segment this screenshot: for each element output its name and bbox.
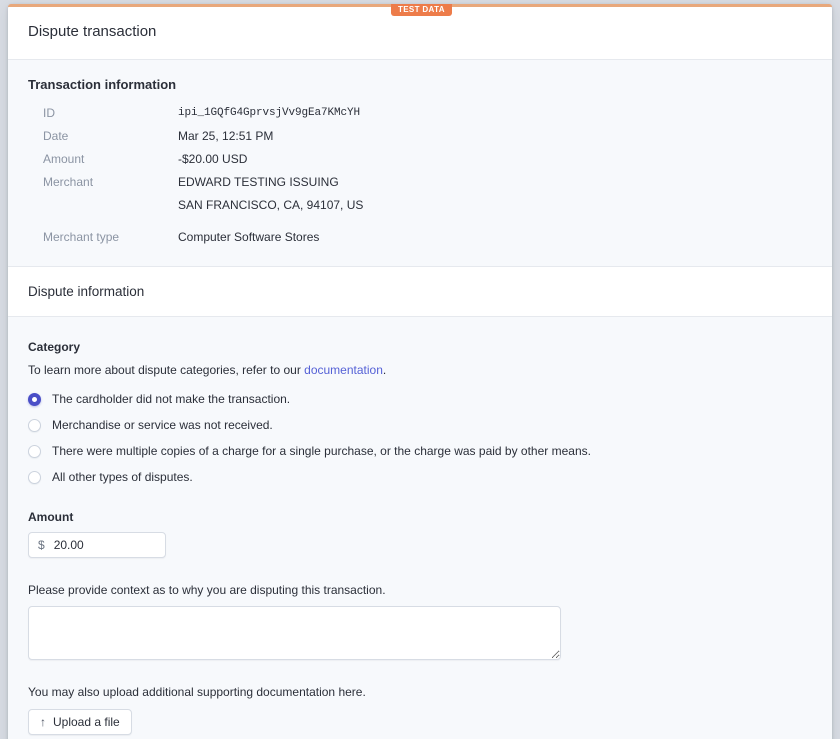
radio-option-all-other-disputes[interactable]: All other types of disputes.	[28, 469, 812, 485]
radio-option-label: The cardholder did not make the transact…	[52, 392, 291, 406]
upload-field-group: You may also upload additional supportin…	[28, 684, 812, 735]
radio-option-merchandise-not-received[interactable]: Merchandise or service was not received.	[28, 417, 812, 433]
transaction-information-list: ID ipi_1GQfG4GprvsjVv9gEa7KMcYH Date Mar…	[8, 105, 832, 266]
table-row: Amount -$20.00 USD	[28, 151, 812, 167]
amount-label: Amount	[28, 510, 74, 524]
amount-input[interactable]	[53, 538, 156, 552]
radio-unselected-icon[interactable]	[28, 470, 41, 484]
merchant-name: EDWARD TESTING ISSUING	[178, 175, 339, 189]
radio-unselected-icon[interactable]	[28, 418, 41, 432]
table-row: Merchant EDWARD TESTING ISSUING SAN FRAN…	[28, 174, 812, 213]
transaction-information-title: Transaction information	[28, 77, 177, 92]
radio-unselected-icon[interactable]	[28, 444, 41, 458]
table-row: Merchant type Computer Software Stores	[28, 229, 812, 245]
currency-symbol-icon: $	[38, 538, 45, 552]
dispute-form: Category To learn more about dispute cat…	[8, 317, 832, 739]
context-label: Please provide context as to why you are…	[28, 583, 386, 597]
helper-suffix: .	[382, 363, 387, 377]
upload-file-button-label: Upload a file	[53, 715, 120, 729]
category-helper-text: To learn more about dispute categories, …	[28, 362, 812, 378]
context-textarea[interactable]	[28, 606, 561, 660]
info-label-id: ID	[43, 106, 55, 120]
radio-option-label: Merchandise or service was not received.	[52, 418, 273, 432]
upload-label: You may also upload additional supportin…	[28, 685, 366, 699]
radio-selected-icon[interactable]	[28, 392, 41, 406]
radio-option-label: All other types of disputes.	[52, 470, 193, 484]
transaction-information-section: Transaction information ID ipi_1GQfG4Gpr…	[8, 60, 832, 267]
upload-arrow-icon: ↑	[40, 715, 46, 729]
info-value-merchant: EDWARD TESTING ISSUING SAN FRANCISCO, CA…	[178, 174, 363, 213]
documentation-link[interactable]: documentation	[304, 363, 383, 377]
category-radio-group: The cardholder did not make the transact…	[28, 391, 812, 485]
dispute-information-title: Dispute information	[28, 284, 145, 299]
merchant-address: SAN FRANCISCO, CA, 94107, US	[178, 198, 364, 212]
helper-prefix: To learn more about dispute categories, …	[28, 363, 305, 377]
radio-option-duplicate-charge[interactable]: There were multiple copies of a charge f…	[28, 443, 812, 459]
category-label: Category	[28, 340, 81, 354]
info-value-id: ipi_1GQfG4GprvsjVv9gEa7KMcYH	[178, 107, 361, 119]
test-data-badge: TEST DATA	[391, 4, 452, 16]
amount-field-group: Amount $	[28, 509, 812, 558]
table-row: Date Mar 25, 12:51 PM	[28, 128, 812, 144]
info-label-merchant: Merchant	[43, 175, 94, 189]
info-value-amount: -$20.00 USD	[178, 152, 248, 166]
radio-option-cardholder-did-not-make-transaction[interactable]: The cardholder did not make the transact…	[28, 391, 812, 407]
page-root: Dispute transaction Transaction informat…	[0, 0, 840, 739]
amount-input-wrapper[interactable]: $	[28, 532, 166, 558]
info-label-amount: Amount	[43, 152, 85, 166]
dispute-transaction-card: Dispute transaction Transaction informat…	[8, 4, 832, 739]
upload-file-button[interactable]: ↑ Upload a file	[28, 709, 132, 735]
info-value-merchant-type: Computer Software Stores	[178, 230, 320, 244]
radio-option-label: There were multiple copies of a charge f…	[52, 444, 591, 458]
context-field-group: Please provide context as to why you are…	[28, 582, 812, 660]
dispute-information-header: Dispute information	[8, 267, 832, 317]
info-value-date: Mar 25, 12:51 PM	[178, 129, 274, 143]
table-row: ID ipi_1GQfG4GprvsjVv9gEa7KMcYH	[28, 105, 812, 121]
info-label-date: Date	[43, 129, 69, 143]
info-label-merchant-type: Merchant type	[43, 230, 120, 244]
page-title: Dispute transaction	[28, 23, 157, 40]
